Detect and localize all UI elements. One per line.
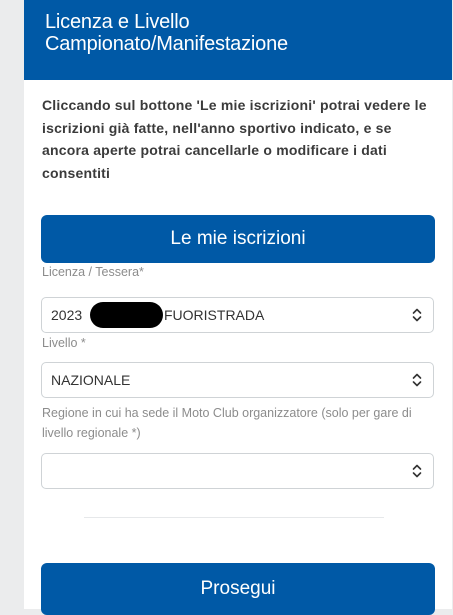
- prosegui-button[interactable]: Prosegui: [41, 563, 435, 615]
- le-mie-iscrizioni-button[interactable]: Le mie iscrizioni: [41, 215, 435, 263]
- livello-select[interactable]: NAZIONALE: [41, 362, 434, 398]
- regione-select[interactable]: [41, 453, 434, 489]
- section-title-line2: Campionato/Manifestazione: [45, 33, 288, 55]
- section-header: Licenza e Livello Campionato/Manifestazi…: [24, 0, 452, 80]
- select-chevron-icon: [412, 308, 422, 322]
- licenza-select[interactable]: 2023 FUORISTRADA: [41, 297, 434, 333]
- select-chevron-icon: [412, 464, 422, 478]
- redacted-license-number: [90, 302, 163, 328]
- regione-label: Regione in cui ha sede il Moto Club orga…: [42, 406, 412, 440]
- livello-label: Livello *: [42, 336, 86, 350]
- info-text: Cliccando sul bottone 'Le mie iscrizioni…: [42, 97, 427, 181]
- licenza-year: 2023: [51, 307, 83, 323]
- select-chevron-icon: [412, 373, 422, 387]
- section-title: Licenza e Livello Campionato/Manifestazi…: [45, 11, 435, 55]
- livello-value: NAZIONALE: [51, 372, 131, 388]
- form-card: Licenza e Livello Campionato/Manifestazi…: [24, 0, 452, 615]
- licenza-label: Licenza / Tessera*: [42, 265, 144, 279]
- section-title-line1: Licenza e Livello: [45, 11, 190, 33]
- divider: [84, 517, 384, 518]
- licenza-type: FUORISTRADA: [164, 307, 265, 323]
